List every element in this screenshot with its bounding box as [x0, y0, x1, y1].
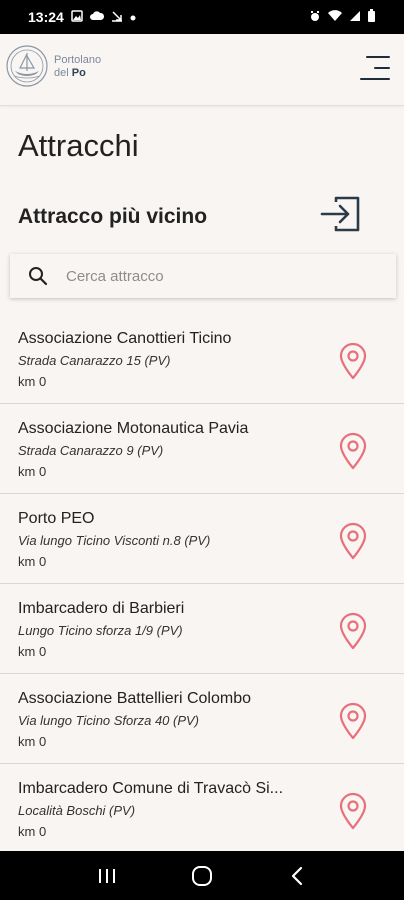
- mooring-distance: km 0: [18, 824, 47, 839]
- cloud-icon: [89, 10, 104, 24]
- map-pin-icon[interactable]: [338, 612, 368, 650]
- search-input[interactable]: [66, 254, 386, 298]
- list-item[interactable]: Imbarcadero di Barbieri Lungo Ticino sfor…: [0, 584, 404, 674]
- search-box: [10, 254, 396, 298]
- map-pin-icon[interactable]: [338, 522, 368, 560]
- logo-line-1: Portolano: [54, 54, 102, 66]
- wifi-icon: [327, 9, 343, 25]
- back-icon[interactable]: [277, 856, 317, 896]
- list-item[interactable]: Imbarcadero Comune di Travacò Si... Local…: [0, 764, 404, 854]
- logo-del: del: [54, 67, 72, 79]
- mooring-distance: km 0: [18, 734, 47, 749]
- mooring-address: Strada Canarazzo 9 (PV): [18, 443, 164, 458]
- status-time: 13:24: [28, 9, 64, 25]
- logo-text: Portolano del Po: [54, 54, 101, 80]
- list-item[interactable]: Associazione Motonautica Pavia Strada Can…: [0, 404, 404, 494]
- android-nav-bar: [0, 851, 404, 900]
- alarm-icon: [309, 10, 321, 25]
- logo-line-2: del Po: [54, 67, 101, 80]
- mooring-address: Strada Canarazzo 15 (PV): [18, 353, 171, 368]
- mooring-name: Imbarcadero Comune di Travacò Si...: [18, 780, 284, 797]
- mooring-address: Via lungo Ticino Sforza 40 (PV): [18, 713, 200, 728]
- moorings-list: Associazione Canottieri Ticino Strada Can…: [0, 314, 404, 854]
- page-title: Attracchi: [18, 128, 139, 163]
- search-icon: [28, 266, 48, 286]
- home-icon[interactable]: [182, 856, 222, 896]
- mooring-name: Porto PEO: [18, 510, 95, 527]
- dot-icon: [130, 10, 136, 24]
- list-item[interactable]: Porto PEO Via lungo Ticino Visconti n.8 (…: [0, 494, 404, 584]
- mooring-address: Località Boschi (PV): [18, 803, 136, 818]
- map-pin-icon[interactable]: [338, 432, 368, 470]
- mooring-distance: km 0: [18, 374, 47, 389]
- mooring-name: Associazione Battellieri Colombo: [18, 690, 251, 707]
- mooring-name: Associazione Motonautica Pavia: [18, 420, 249, 437]
- map-pin-icon[interactable]: [338, 792, 368, 830]
- download-icon: [111, 10, 123, 25]
- battery-icon: [367, 9, 376, 25]
- app-header: Portolano del Po: [0, 34, 404, 106]
- mooring-distance: km 0: [18, 644, 47, 659]
- photo-icon: [71, 9, 83, 25]
- list-item[interactable]: Associazione Battellieri Colombo Via lung…: [0, 674, 404, 764]
- mooring-distance: km 0: [18, 464, 47, 479]
- login-arrow-icon[interactable]: [320, 196, 362, 234]
- status-bar: 13:24: [0, 0, 404, 34]
- portolano-logo[interactable]: [5, 44, 49, 88]
- nearest-mooring-label: Attracco più vicino: [18, 205, 208, 228]
- map-pin-icon[interactable]: [338, 702, 368, 740]
- list-item[interactable]: Associazione Canottieri Ticino Strada Can…: [0, 314, 404, 404]
- recent-apps-icon[interactable]: [87, 856, 127, 896]
- mooring-distance: km 0: [18, 554, 47, 569]
- hamburger-menu-icon[interactable]: [356, 50, 392, 86]
- mooring-address: Via lungo Ticino Visconti n.8 (PV): [18, 533, 211, 548]
- mooring-address: Lungo Ticino sforza 1/9 (PV): [18, 623, 183, 638]
- map-pin-icon[interactable]: [338, 342, 368, 380]
- logo-po: Po: [71, 67, 86, 79]
- mooring-name: Imbarcadero di Barbieri: [18, 600, 185, 617]
- signal-icon: [349, 10, 361, 25]
- nearest-mooring-row: Attracco più vicino: [18, 196, 362, 234]
- mooring-name: Associazione Canottieri Ticino: [18, 330, 232, 347]
